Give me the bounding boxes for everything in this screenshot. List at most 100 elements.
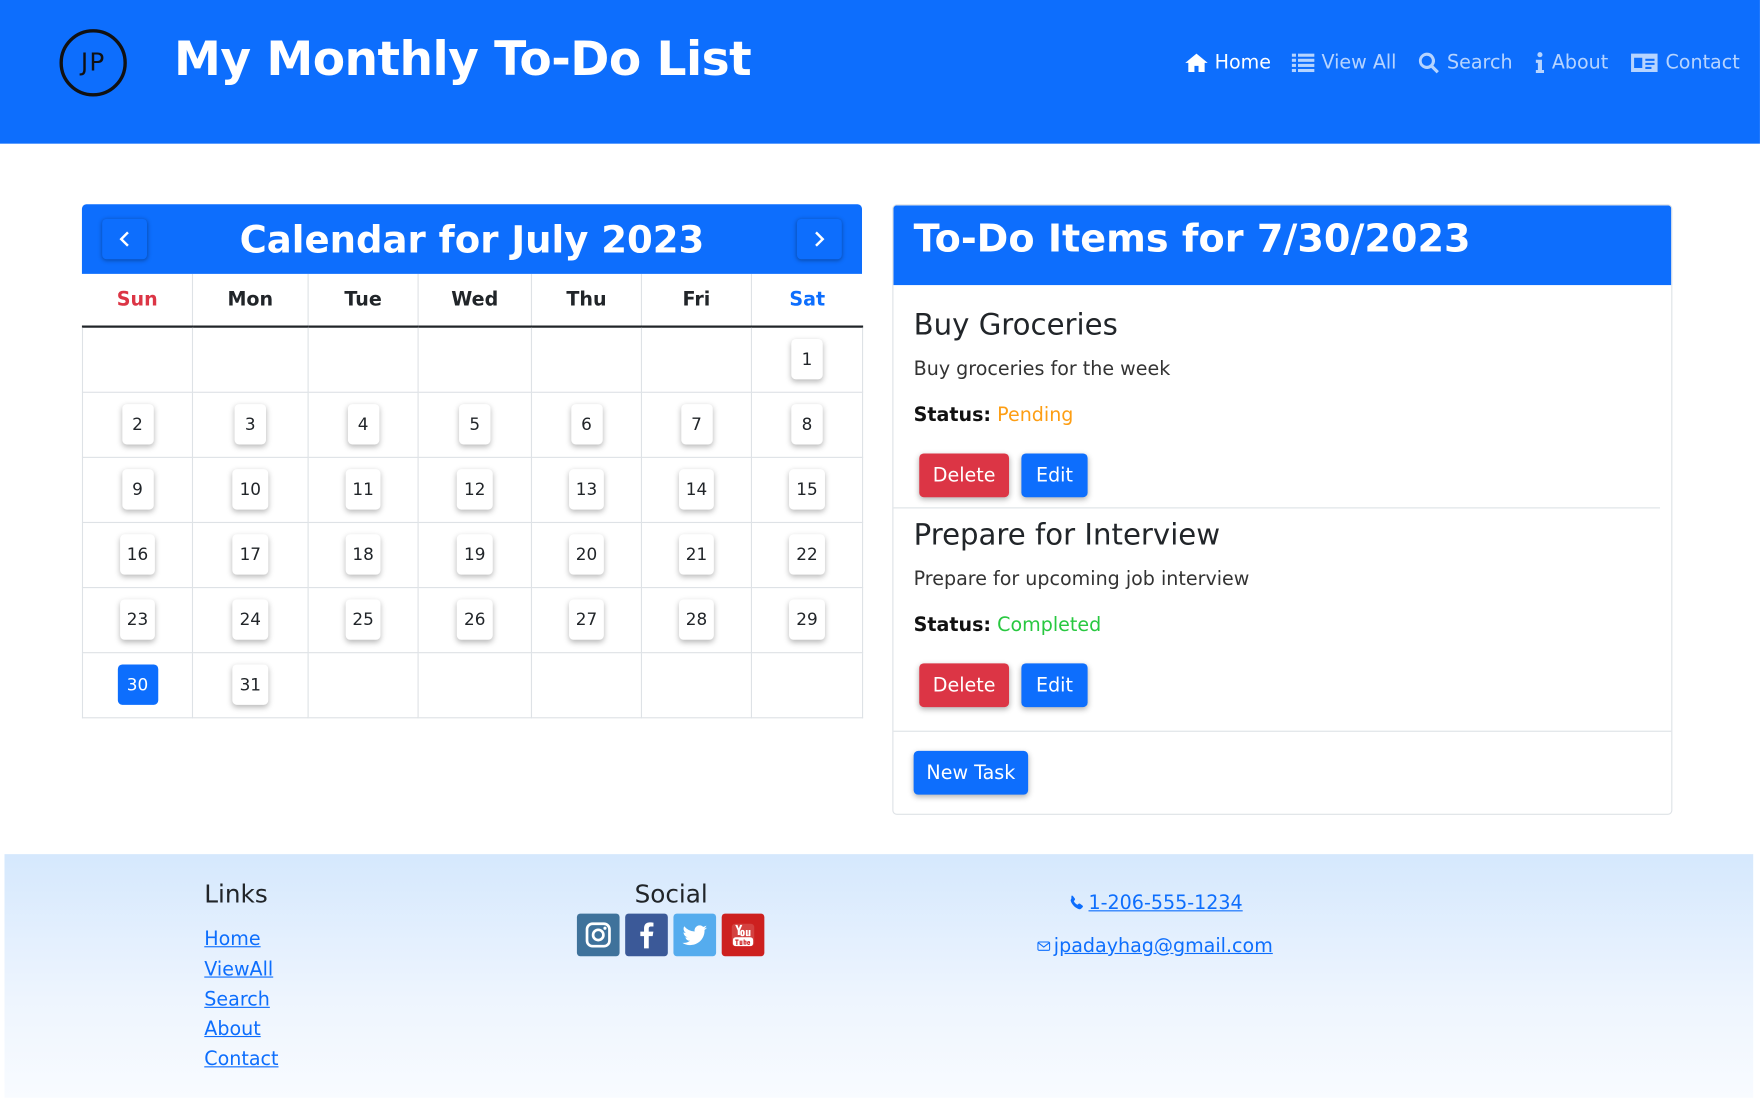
nav-contact[interactable]: Contact (1628, 51, 1740, 75)
calendar-day[interactable]: 24 (232, 599, 268, 640)
calendar-week-row: 1 (81, 326, 864, 393)
phone-link[interactable]: 1-206-555-1234 (1089, 892, 1243, 914)
nav-contact-label: Contact (1665, 51, 1740, 75)
contact-card-icon (1630, 53, 1658, 73)
calendar-day[interactable]: 9 (121, 469, 154, 510)
footer-link-contact[interactable]: Contact (204, 1049, 278, 1071)
facebook-icon (640, 922, 654, 949)
calendar-cell: 31 (191, 651, 309, 718)
twitter-icon (682, 925, 708, 946)
calendar-cell: 4 (307, 391, 419, 458)
calendar-day[interactable]: 11 (345, 469, 381, 510)
calendar-cell: 30 (81, 651, 194, 718)
calendar-cell: 6 (530, 391, 643, 458)
calendar-cell: 17 (191, 521, 309, 588)
calendar-day[interactable]: 19 (457, 534, 493, 575)
calendar-day[interactable]: 15 (789, 469, 825, 510)
facebook-link[interactable] (625, 913, 668, 957)
youtube-link[interactable] (721, 913, 765, 957)
calendar-day[interactable]: 21 (678, 534, 714, 575)
chevron-left-icon (119, 231, 129, 247)
calendar-cell: 20 (530, 521, 643, 588)
calendar-day[interactable]: 23 (120, 599, 155, 640)
calendar-day[interactable]: 8 (791, 404, 823, 445)
calendar-day[interactable]: 29 (789, 599, 825, 640)
calendar-day[interactable]: 5 (459, 404, 491, 445)
calendar-title: Calendar for July 2023 (239, 217, 705, 261)
delete-button[interactable]: Delete (919, 663, 1010, 708)
youtube-icon (731, 923, 755, 947)
calendar-cell: 1 (750, 326, 864, 393)
edit-button[interactable]: Edit (1021, 453, 1088, 498)
calendar-cell: 22 (750, 521, 864, 588)
calendar-day[interactable]: 4 (347, 404, 379, 445)
calendar-day[interactable]: 7 (680, 404, 713, 445)
calendar-cell: 27 (530, 586, 643, 653)
calendar-day[interactable]: 12 (457, 469, 493, 510)
calendar-day[interactable]: 6 (570, 404, 603, 445)
list-icon (1292, 53, 1315, 73)
calendar-day[interactable]: 13 (569, 469, 604, 510)
edit-button[interactable]: Edit (1021, 663, 1088, 708)
calendar-day-selected[interactable]: 30 (117, 664, 158, 705)
footer-link-viewall[interactable]: ViewAll (204, 958, 273, 980)
task-actions: Delete Edit (919, 453, 1088, 498)
calendar-day[interactable]: 2 (121, 404, 154, 445)
calendar-grid: Sun Mon Tue Wed Thu Fri Sat 1 2 3 4 5 6 7 8 9 10 11 12 13 1… (81, 273, 864, 718)
delete-button[interactable]: Delete (919, 453, 1010, 498)
calendar-day[interactable]: 26 (457, 599, 493, 640)
calendar-day[interactable]: 16 (120, 534, 155, 575)
prev-month-button[interactable] (102, 218, 148, 260)
calendar-day[interactable]: 31 (232, 664, 268, 705)
instagram-link[interactable] (576, 913, 620, 957)
calendar-day[interactable]: 18 (345, 534, 381, 575)
footer-link-search[interactable]: Search (204, 988, 270, 1010)
task-divider (893, 507, 1661, 509)
footer-social: Social (576, 881, 766, 957)
calendar-day[interactable]: 22 (789, 534, 825, 575)
logo[interactable]: JP (59, 29, 127, 97)
list-item: Home (204, 925, 278, 955)
search-icon (1419, 52, 1440, 74)
calendar-day[interactable]: 3 (234, 404, 267, 445)
calendar-day[interactable]: 25 (345, 599, 381, 640)
nav-search-label: Search (1446, 51, 1513, 75)
calendar-cell: 19 (417, 521, 533, 588)
calendar-day[interactable]: 17 (232, 534, 268, 575)
next-month-button[interactable] (796, 218, 842, 260)
calendar-cell: 28 (640, 586, 753, 653)
social-icons (576, 913, 766, 957)
calendar-cell (530, 326, 643, 393)
calendar-week-row: 2 3 4 5 6 7 8 (81, 391, 864, 458)
footer-link-home[interactable]: Home (204, 928, 260, 950)
nav-view-all[interactable]: View All (1291, 52, 1396, 74)
calendar-day[interactable]: 14 (678, 469, 714, 510)
new-task-button[interactable]: New Task (913, 750, 1029, 795)
calendar-day[interactable]: 28 (678, 599, 714, 640)
calendar-cell: 13 (530, 456, 643, 523)
nav-home[interactable]: Home (1184, 52, 1271, 74)
calendar-body: 1 2 3 4 5 6 7 8 9 10 11 12 13 14 15 16 17 18 19 20 21 22 23 24 2… (81, 326, 864, 718)
nav-search[interactable]: Search (1417, 52, 1513, 74)
calendar-day[interactable]: 20 (569, 534, 604, 575)
email-link[interactable]: jpadayhag@gmail.com (1054, 935, 1273, 957)
calendar-day[interactable]: 10 (232, 469, 268, 510)
card-footer-divider (893, 730, 1672, 732)
list-item: About (204, 1015, 278, 1045)
calendar-cell: 2 (81, 391, 194, 458)
task-item: Buy Groceries Buy groceries for the week… (914, 309, 1660, 427)
calendar-cell: 24 (191, 586, 309, 653)
weekday-tue: Tue (307, 273, 419, 328)
list-item: Search (204, 985, 278, 1015)
nav-about[interactable]: About (1533, 52, 1608, 74)
status-label: Status: (913, 613, 992, 637)
calendar-day[interactable]: 27 (569, 599, 604, 640)
todo-card: To-Do Items for 7/30/2023 Buy Groceries … (892, 204, 1673, 815)
calendar-header: Calendar for July 2023 (81, 204, 863, 274)
footer-link-about[interactable]: About (204, 1018, 260, 1040)
calendar-day[interactable]: 1 (791, 339, 823, 380)
task-description: Prepare for upcoming job interview (913, 567, 1250, 591)
calendar-cell: 9 (81, 456, 194, 523)
twitter-link[interactable] (673, 913, 717, 957)
site-title: My Monthly To-Do List (173, 31, 752, 87)
